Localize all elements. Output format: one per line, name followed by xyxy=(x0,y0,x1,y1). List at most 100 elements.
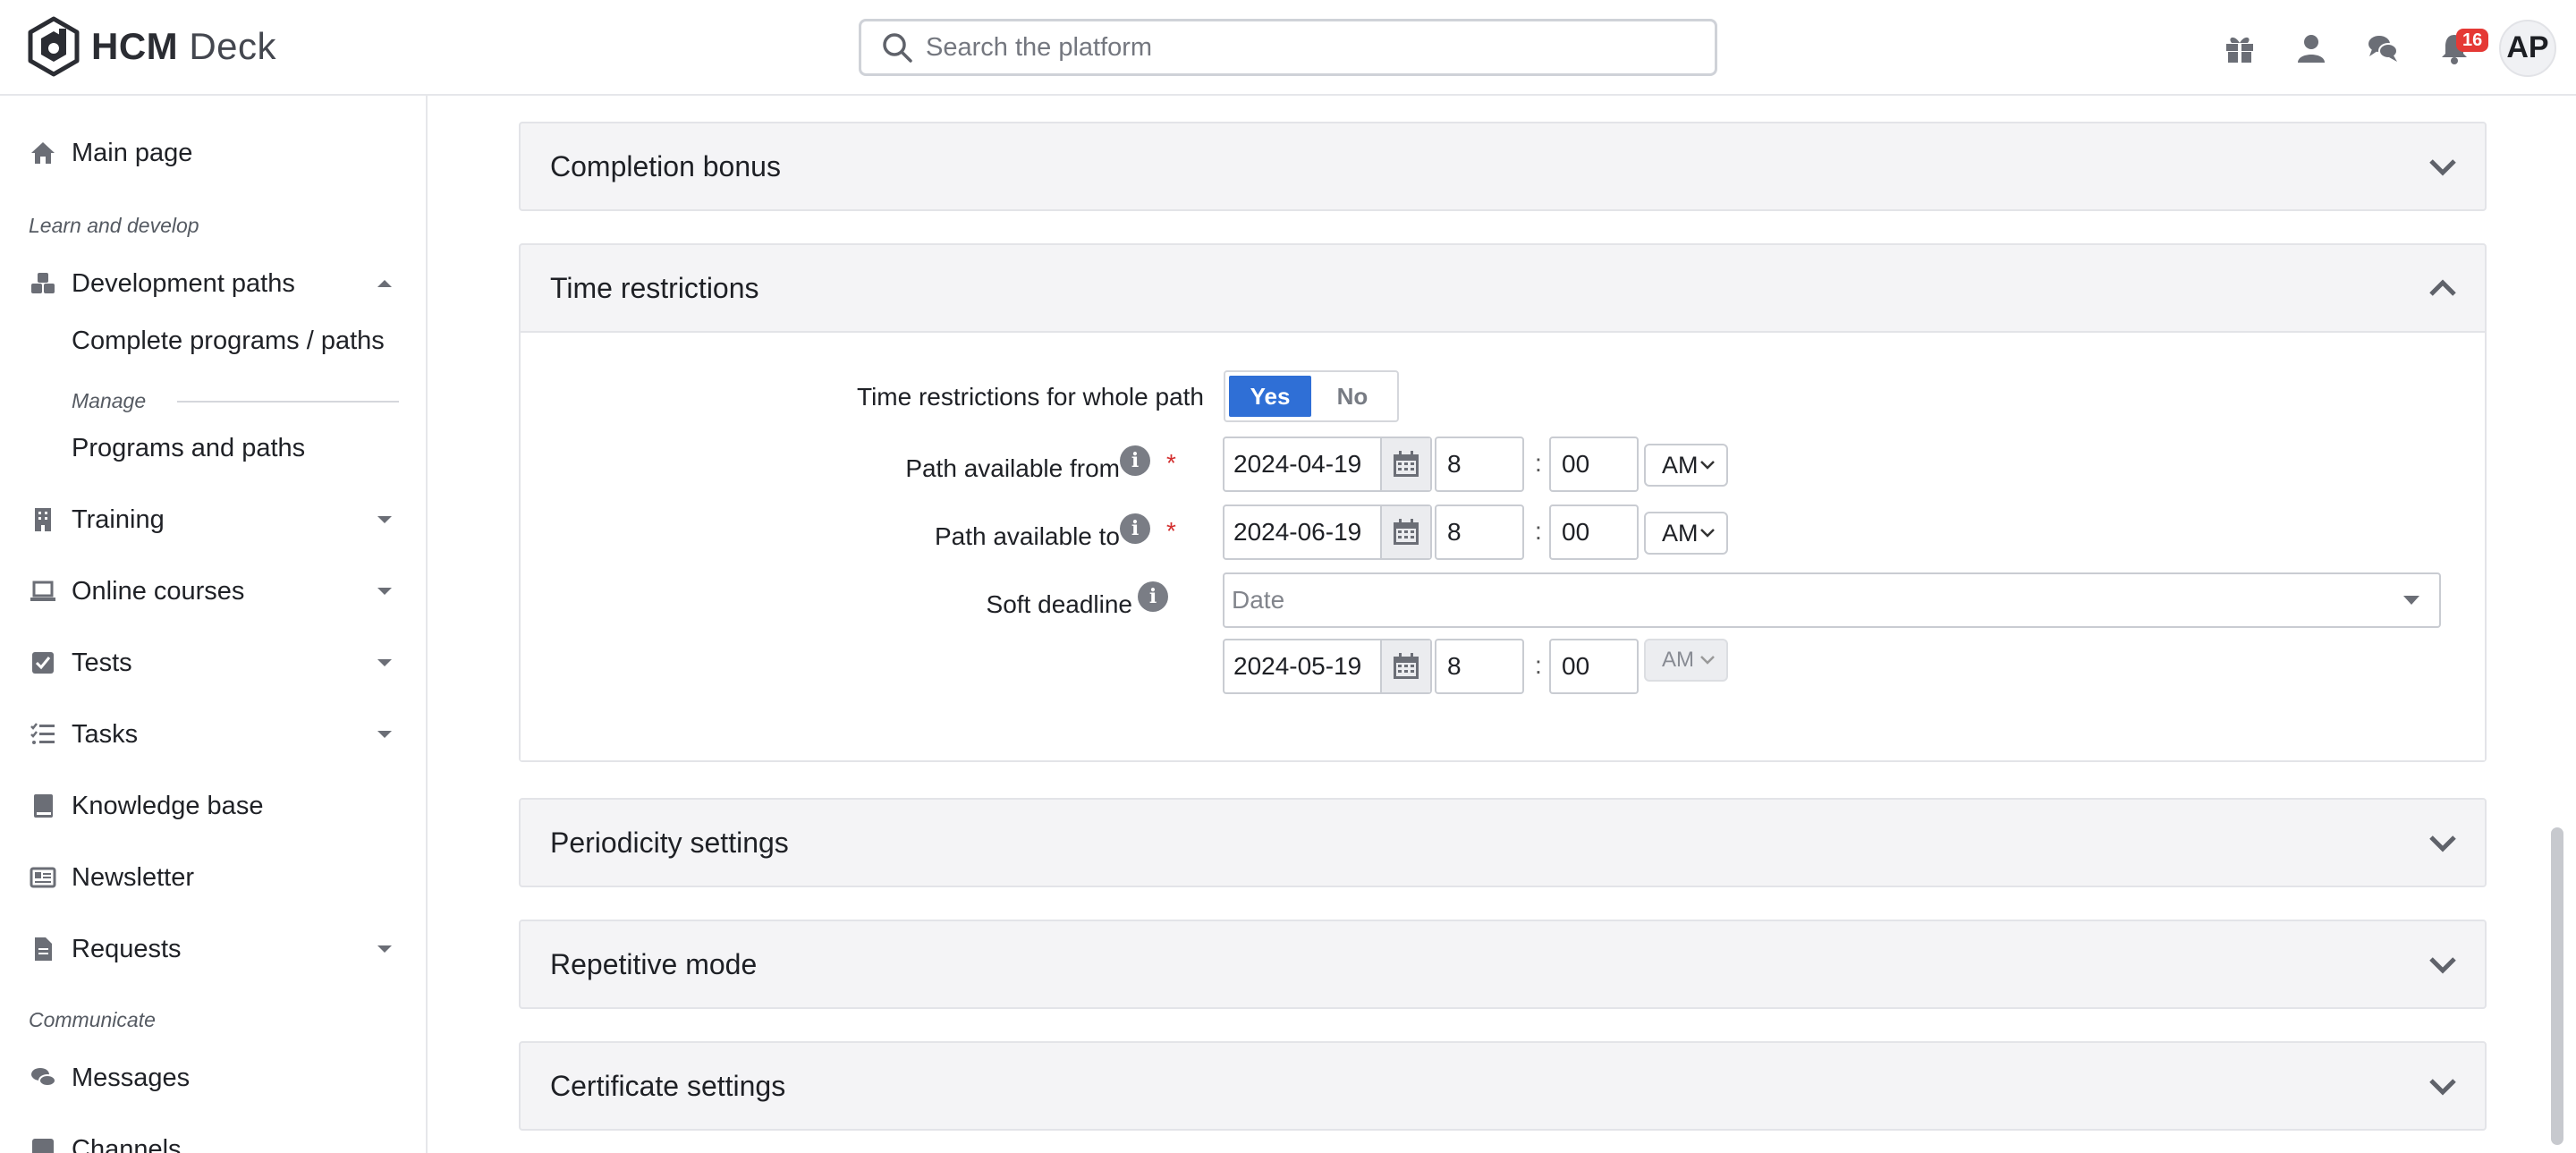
chevron-down-icon xyxy=(2429,159,2456,176)
search-icon xyxy=(883,33,912,63)
caret-down-icon xyxy=(377,945,392,953)
chat-icon xyxy=(29,1064,57,1092)
calendar-button[interactable] xyxy=(1380,506,1430,558)
sidebar-item-label: Requests xyxy=(72,934,182,963)
chevron-down-icon xyxy=(2429,957,2456,974)
required-asterisk: * xyxy=(1166,449,1176,477)
panel-title: Time restrictions xyxy=(550,271,759,304)
notifications-button[interactable]: 16 xyxy=(2419,13,2490,84)
sidebar-item-main-page[interactable]: Main page xyxy=(0,126,426,180)
sidebar-item-channels[interactable]: Channels xyxy=(0,1123,426,1153)
sidebar-item-label: Development paths xyxy=(72,268,295,298)
time-separator: : xyxy=(1535,517,1542,545)
soft-deadline-label: Soft deadline xyxy=(986,590,1132,618)
panel-header[interactable]: Periodicity settings xyxy=(521,800,2485,886)
app-logo[interactable]: HCM Deck xyxy=(27,16,276,77)
whole-path-label: Time restrictions for whole path xyxy=(857,383,1204,411)
user-icon xyxy=(2298,34,2325,63)
sidebar-item-label: Messages xyxy=(72,1063,191,1092)
panel-header[interactable]: Repetitive mode xyxy=(521,921,2485,1007)
ampm-value: AM xyxy=(1662,648,1694,672)
sidebar-item-tasks[interactable]: Tasks xyxy=(0,708,426,761)
calendar-button[interactable] xyxy=(1380,438,1430,490)
panel-header[interactable]: Completion bonus xyxy=(521,123,2485,209)
chevron-down-icon xyxy=(1700,656,1715,665)
sidebar-item-label: Channels xyxy=(72,1134,182,1153)
messages-button[interactable] xyxy=(2347,13,2419,84)
from-date-value: 2024-04-19 xyxy=(1233,450,1362,478)
whole-path-toggle[interactable]: Yes No xyxy=(1224,370,1399,422)
sidebar-item-label: Main page xyxy=(72,138,193,167)
from-minute-input[interactable]: 00 xyxy=(1549,437,1639,492)
soft-deadline-type-select[interactable]: Date xyxy=(1223,572,2441,628)
user-avatar[interactable]: AP xyxy=(2499,19,2556,77)
select-value: Date xyxy=(1232,586,1285,614)
toggle-yes-option[interactable]: Yes xyxy=(1229,376,1311,417)
available-from-label: Path available from xyxy=(905,454,1120,482)
calendar-button[interactable] xyxy=(1380,640,1430,692)
sidebar-item-development-paths[interactable]: Development paths xyxy=(0,257,426,310)
panel-header[interactable]: Certificate settings xyxy=(521,1043,2485,1129)
time-separator: : xyxy=(1535,651,1542,679)
chevron-up-icon xyxy=(2429,279,2456,296)
sidebar-item-training[interactable]: Training xyxy=(0,493,426,547)
sidebar-item-label: Training xyxy=(72,504,165,534)
info-icon[interactable]: i xyxy=(1120,445,1150,476)
to-date-input[interactable]: 2024-06-19 xyxy=(1223,504,1432,560)
panel-body: Time restrictions for whole path Yes No … xyxy=(521,331,2485,760)
info-icon[interactable]: i xyxy=(1138,581,1168,612)
ampm-value: AM xyxy=(1662,451,1699,479)
sidebar-subitem-complete-programs[interactable]: Complete programs / paths xyxy=(72,326,385,356)
book-icon xyxy=(29,792,57,820)
caret-down-icon xyxy=(377,731,392,738)
sidebar-item-label: Newsletter xyxy=(72,862,194,892)
divider xyxy=(177,401,399,403)
sidebar-subitem-programs-and-paths[interactable]: Programs and paths xyxy=(72,434,305,463)
toggle-no-option[interactable]: No xyxy=(1311,376,1394,417)
sidebar-item-requests[interactable]: Requests xyxy=(0,922,426,976)
panel-title: Certificate settings xyxy=(550,1069,786,1102)
panel-completion-bonus: Completion bonus xyxy=(519,122,2487,211)
to-date-value: 2024-06-19 xyxy=(1233,518,1362,546)
sidebar-item-tests[interactable]: Tests xyxy=(0,636,426,690)
document-icon xyxy=(29,935,57,963)
panel-title: Completion bonus xyxy=(550,149,781,182)
from-date-input[interactable]: 2024-04-19 xyxy=(1223,437,1432,492)
sidebar-item-knowledge-base[interactable]: Knowledge base xyxy=(0,779,426,833)
soft-date-input[interactable]: 2024-05-19 xyxy=(1223,639,1432,694)
checklist-icon xyxy=(29,720,57,749)
search-input[interactable] xyxy=(926,32,1659,63)
main-scrollbar[interactable] xyxy=(2551,827,2563,1145)
sidebar-group-manage: Manage xyxy=(72,389,147,412)
rewards-button[interactable] xyxy=(2204,13,2275,84)
chat-icon xyxy=(2368,35,2398,62)
panel-time-restrictions: Time restrictions Time restrictions for … xyxy=(519,243,2487,762)
logo-hex-icon xyxy=(28,16,80,77)
caret-down-icon xyxy=(377,588,392,595)
panel-header[interactable]: Time restrictions xyxy=(521,245,2485,331)
panel-repetitive-mode: Repetitive mode xyxy=(519,920,2487,1009)
caret-down-icon xyxy=(2403,596,2419,605)
soft-hour-input[interactable]: 8 xyxy=(1435,639,1524,694)
channels-icon xyxy=(29,1135,57,1153)
panel-title: Repetitive mode xyxy=(550,947,758,980)
to-ampm-select[interactable]: AM xyxy=(1644,512,1728,555)
sidebar-item-messages[interactable]: Messages xyxy=(0,1051,426,1105)
sidebar-item-label: Tests xyxy=(72,648,132,677)
profile-button[interactable] xyxy=(2275,13,2347,84)
caret-up-icon xyxy=(377,280,392,287)
calendar-icon xyxy=(1394,451,1419,477)
from-ampm-select[interactable]: AM xyxy=(1644,444,1728,487)
newspaper-icon xyxy=(29,863,57,892)
soft-ampm-select: AM xyxy=(1644,639,1728,682)
soft-minute-input[interactable]: 00 xyxy=(1549,639,1639,694)
sidebar-item-online-courses[interactable]: Online courses xyxy=(0,564,426,618)
search-bar[interactable] xyxy=(859,19,1717,76)
to-minute-input[interactable]: 00 xyxy=(1549,504,1639,560)
panel-certificate-settings: Certificate settings xyxy=(519,1041,2487,1131)
info-icon[interactable]: i xyxy=(1120,513,1150,544)
to-hour-input[interactable]: 8 xyxy=(1435,504,1524,560)
sidebar-item-newsletter[interactable]: Newsletter xyxy=(0,851,426,904)
from-hour-input[interactable]: 8 xyxy=(1435,437,1524,492)
time-separator: : xyxy=(1535,449,1542,477)
